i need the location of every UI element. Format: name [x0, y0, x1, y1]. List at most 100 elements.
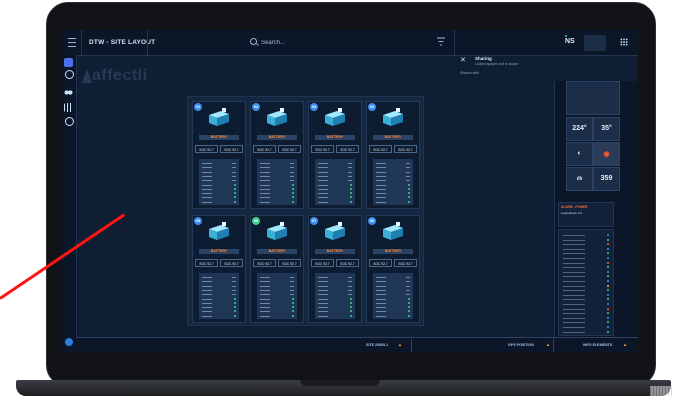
stat-value-placeholder [290, 163, 294, 164]
battery-container-icon [383, 222, 403, 240]
status-dot [408, 196, 410, 199]
nav-chat-icon[interactable] [65, 70, 74, 79]
list-item[interactable] [563, 271, 585, 273]
battery-container-icon [209, 222, 229, 240]
battery-card[interactable]: 04 BATTERY SOC 92.7 SOC 92.7 [366, 101, 420, 209]
alert-tile[interactable]: ◉ [593, 142, 620, 166]
stat-value-placeholder [348, 171, 352, 173]
stat-label-placeholder [376, 201, 386, 203]
list-item[interactable] [563, 317, 585, 319]
battery-card[interactable]: 07 BATTERY SOC 92.7 SOC 92.7 [308, 215, 362, 323]
search-icon[interactable] [250, 38, 257, 45]
stat-label-placeholder [318, 193, 328, 195]
battery-card[interactable]: 08 BATTERY SOC 92.7 SOC 92.7 [366, 215, 420, 323]
list-item[interactable] [563, 285, 585, 287]
toggle-tile[interactable]: ◐ [566, 142, 593, 166]
stat-value-placeholder [348, 289, 352, 291]
list-item[interactable] [563, 331, 585, 333]
list-item[interactable] [563, 244, 585, 246]
stat-label-placeholder [260, 175, 270, 177]
list-item[interactable] [563, 258, 585, 259]
menu-icon[interactable] [68, 38, 76, 47]
soc-value: SOC 92.7 [336, 259, 359, 267]
list-item[interactable] [563, 267, 585, 269]
chevron-up-icon[interactable]: ▲ [623, 342, 627, 347]
nav-help-icon[interactable] [65, 117, 74, 126]
list-item[interactable] [563, 322, 585, 324]
list-item[interactable] [563, 262, 585, 264]
bearing-tile[interactable]: 359 [593, 167, 620, 191]
list-item[interactable] [563, 276, 585, 278]
list-item[interactable] [563, 294, 585, 296]
battery-number-badge: 01 [194, 103, 202, 111]
info-label[interactable]: INFO ELEMENTS [583, 343, 612, 347]
battery-name: BATTERY [373, 249, 413, 254]
stat-label-placeholder [318, 180, 328, 182]
gps-label[interactable]: GPS POSITION [508, 343, 534, 347]
list-item[interactable] [563, 253, 585, 255]
heading-tile[interactable]: 224° [566, 117, 593, 141]
user-avatar[interactable]: NS [565, 38, 575, 45]
list-item[interactable] [563, 299, 585, 301]
temperature-tile[interactable]: 35° [593, 117, 620, 141]
list-item[interactable] [563, 304, 585, 305]
battery-card[interactable]: 01 BATTERY SOC 92.7 SOC 92.7 [192, 101, 246, 209]
stat-label-placeholder [202, 175, 212, 177]
nav-chart-icon[interactable] [64, 103, 73, 112]
nav-toggle-icon[interactable] [64, 88, 73, 97]
bottom-left-icon[interactable] [65, 338, 73, 346]
list-item[interactable] [563, 235, 585, 236]
status-dot [234, 183, 236, 186]
temperature-value: 35° [601, 125, 612, 132]
profile-panel[interactable] [584, 35, 606, 51]
list-item[interactable] [563, 281, 585, 282]
logo-icon [82, 69, 92, 83]
chevron-up-icon[interactable]: ▲ [546, 342, 550, 347]
list-item[interactable] [563, 239, 585, 241]
stat-value-placeholder [232, 285, 236, 287]
stat-value-placeholder [406, 294, 410, 296]
stat-label-placeholder [318, 188, 328, 190]
battery-card[interactable]: 02 BATTERY SOC 92.7 SOC 92.7 [250, 101, 304, 209]
status-dot [350, 183, 352, 186]
stat-label-placeholder [260, 307, 270, 309]
battery-card[interactable]: 03 BATTERY SOC 92.7 SOC 92.7 [308, 101, 362, 209]
stat-label-placeholder [202, 289, 212, 291]
list-item[interactable] [563, 248, 585, 250]
stat-label-placeholder [202, 167, 212, 169]
preview-tile[interactable] [566, 81, 620, 115]
nav-home-icon[interactable] [64, 58, 73, 67]
list-item[interactable] [563, 308, 585, 310]
close-icon[interactable]: ✕ [460, 56, 466, 64]
list-item[interactable] [563, 313, 585, 315]
stat-value-placeholder [348, 285, 352, 287]
status-dot [292, 200, 294, 203]
stat-value-placeholder [290, 281, 294, 283]
battery-card[interactable]: 05 BATTERY SOC 92.7 SOC 92.7 [192, 215, 246, 323]
status-dot [292, 306, 294, 309]
battery-stats [315, 159, 355, 205]
toggle-icon: ◐ [577, 150, 582, 157]
battery-card[interactable]: 06 BATTERY SOC 92.7 SOC 92.7 [250, 215, 304, 323]
chart-tile[interactable]: ıllı [566, 167, 593, 191]
search-input[interactable] [261, 37, 421, 48]
stat-label-placeholder [202, 171, 212, 173]
status-dot [607, 234, 609, 236]
status-dot [408, 301, 410, 304]
chevron-up-icon[interactable]: ▲ [398, 342, 402, 347]
battery-name: BATTERY [315, 135, 355, 140]
apps-grid-icon[interactable] [620, 38, 628, 46]
status-dot [607, 312, 609, 315]
list-item[interactable] [563, 290, 585, 292]
soc-value: SOC 92.7 [311, 145, 334, 153]
stat-value-placeholder [232, 277, 236, 278]
stat-value-placeholder [406, 175, 410, 177]
status-dot [607, 330, 609, 333]
alarm-card[interactable]: ALARM - POWER Load above 1.0 [558, 202, 614, 227]
stat-label-placeholder [318, 277, 328, 278]
site-label[interactable]: SITE 23005-1 [366, 343, 388, 347]
filter-icon[interactable] [437, 37, 445, 46]
battery-container-icon [325, 222, 345, 240]
list-item[interactable] [563, 327, 585, 328]
online-status-dot [565, 35, 567, 37]
